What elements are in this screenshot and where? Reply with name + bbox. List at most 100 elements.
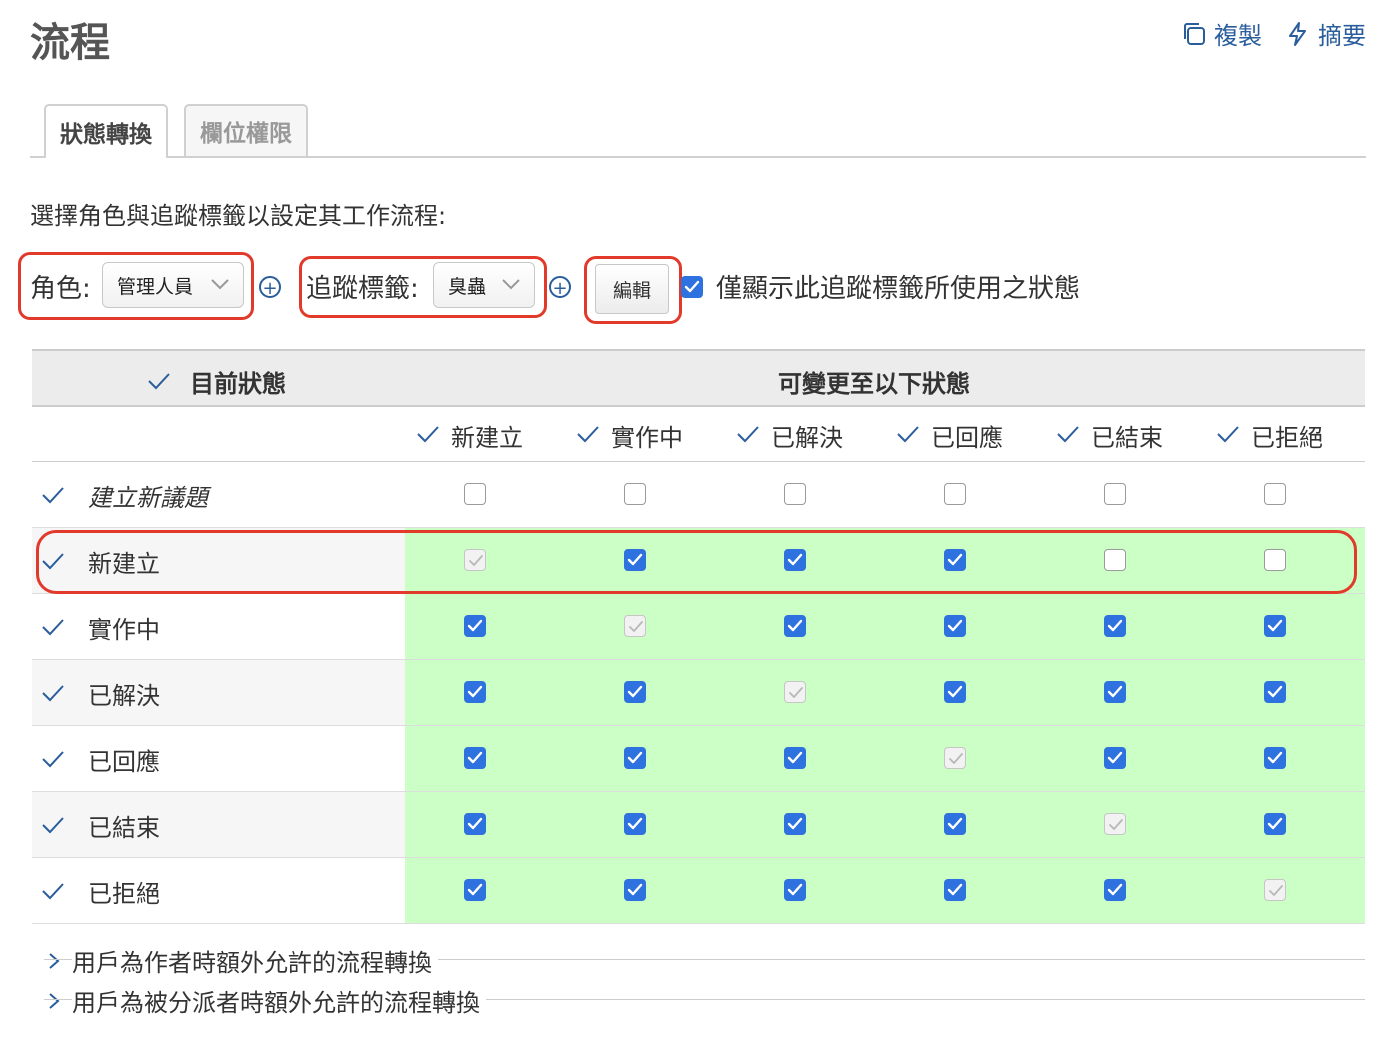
check-all-icon[interactable] — [895, 421, 921, 447]
chevron-right-icon — [49, 952, 60, 969]
transition-checkbox[interactable] — [1104, 879, 1126, 901]
transition-checkbox[interactable] — [464, 615, 486, 637]
plus-circle-icon: + — [262, 278, 278, 299]
check-icon — [787, 751, 803, 764]
transition-checkbox[interactable] — [464, 813, 486, 835]
summary-label: 摘要 — [1318, 22, 1366, 50]
collapsible-fieldset[interactable]: 用戶為被分派者時額外允許的流程轉換 — [44, 983, 1365, 1018]
transition-checkbox[interactable] — [1104, 681, 1126, 703]
transition-checkbox[interactable] — [1104, 615, 1126, 637]
filter-bar: 角色: 管理人員 + 追蹤標籤: 臭蟲 + 編輯 僅顯示此追蹤標籤所使用之狀態 — [18, 252, 1218, 324]
tab-field-permissions[interactable]: 欄位權限 — [184, 104, 308, 156]
transition-checkbox[interactable] — [784, 747, 806, 769]
fieldset-legend: 用戶為作者時額外允許的流程轉換 — [72, 943, 438, 978]
check-icon — [1107, 685, 1123, 698]
role-select[interactable]: 管理人員 — [102, 262, 244, 308]
check-icon — [947, 619, 963, 632]
row-status-name: 已拒絕 — [88, 880, 160, 908]
tracker-label: 追蹤標籤: — [306, 274, 419, 304]
transition-checkbox[interactable] — [784, 813, 806, 835]
check-icon — [947, 685, 963, 698]
check-icon — [1107, 751, 1123, 764]
edit-button-label: 編輯 — [612, 279, 651, 302]
transition-checkbox[interactable] — [944, 879, 966, 901]
check-all-icon[interactable] — [40, 812, 66, 838]
transition-checkbox[interactable] — [624, 483, 646, 505]
check-all-icon[interactable] — [40, 746, 66, 772]
transition-checkbox[interactable] — [944, 615, 966, 637]
copy-label: 複製 — [1214, 22, 1262, 50]
check-all-icon[interactable] — [146, 368, 172, 394]
copy-icon — [1184, 22, 1205, 45]
edit-button[interactable]: 編輯 — [595, 264, 669, 314]
check-icon — [947, 817, 963, 830]
transition-checkbox[interactable] — [624, 879, 646, 901]
check-icon — [1107, 619, 1123, 632]
transition-checkbox[interactable] — [464, 681, 486, 703]
check-all-icon[interactable] — [40, 680, 66, 706]
transition-checkbox[interactable] — [1264, 615, 1286, 637]
transition-checkbox[interactable] — [464, 879, 486, 901]
allowed-transitions-area — [405, 858, 1365, 923]
check-icon — [1267, 817, 1283, 830]
role-label: 角色: — [30, 274, 91, 304]
tabs: 狀態轉換 欄位權限 — [30, 104, 1366, 158]
column-header: 已解決 — [771, 424, 843, 452]
add-role-button[interactable]: + — [259, 276, 281, 299]
check-all-icon[interactable] — [40, 482, 66, 508]
copy-button[interactable]: 複製 — [1180, 16, 1262, 51]
transition-checkbox[interactable] — [944, 483, 966, 505]
collapsible-fieldset[interactable]: 用戶為作者時額外允許的流程轉換 — [44, 943, 1365, 978]
only-used-statuses-checkbox[interactable] — [681, 276, 703, 298]
transition-checkbox[interactable] — [464, 483, 486, 505]
table-row: 已解決 — [32, 660, 1365, 726]
check-icon — [627, 817, 643, 830]
intro-text: 選擇角色與追蹤標籤以設定其工作流程: — [30, 202, 447, 230]
transition-checkbox[interactable] — [1104, 747, 1126, 769]
check-icon — [629, 621, 643, 632]
add-tracker-button[interactable]: + — [549, 276, 571, 299]
check-icon — [467, 817, 483, 830]
transition-checkbox[interactable] — [1264, 813, 1286, 835]
check-all-icon[interactable] — [415, 421, 441, 447]
check-icon — [1107, 883, 1123, 896]
chevron-down-icon — [211, 279, 229, 290]
check-all-icon[interactable] — [735, 421, 761, 447]
lightning-icon — [1289, 21, 1306, 46]
allowed-transitions-area — [405, 660, 1365, 725]
transition-checkbox[interactable] — [784, 879, 806, 901]
check-all-icon[interactable] — [40, 878, 66, 904]
transition-checkbox[interactable] — [784, 483, 806, 505]
allowed-transitions-area — [405, 792, 1365, 857]
row-status-name: 實作中 — [88, 616, 160, 644]
transition-checkbox[interactable] — [1264, 681, 1286, 703]
transition-checkbox[interactable] — [944, 681, 966, 703]
tab-state-transitions[interactable]: 狀態轉換 — [44, 104, 168, 158]
current-status-header: 目前狀態 — [190, 370, 286, 398]
transition-checkbox[interactable] — [1104, 483, 1126, 505]
transition-checkbox[interactable] — [1264, 747, 1286, 769]
check-icon — [1267, 685, 1283, 698]
allowed-transitions-area — [405, 726, 1365, 791]
transition-checkbox — [1264, 879, 1286, 901]
new-status-header: 可變更至以下狀態 — [778, 370, 970, 398]
summary-button[interactable]: 摘要 — [1284, 16, 1366, 51]
only-used-statuses-label: 僅顯示此追蹤標籤所使用之狀態 — [716, 274, 1081, 304]
check-icon — [627, 883, 643, 896]
transition-checkbox — [1104, 813, 1126, 835]
check-all-icon[interactable] — [575, 421, 601, 447]
transition-checkbox[interactable] — [1264, 483, 1286, 505]
transition-checkbox[interactable] — [464, 747, 486, 769]
check-all-icon[interactable] — [40, 614, 66, 640]
check-all-icon[interactable] — [1055, 421, 1081, 447]
transition-checkbox[interactable] — [624, 681, 646, 703]
tracker-select[interactable]: 臭蟲 — [433, 262, 535, 308]
column-header: 新建立 — [451, 424, 523, 452]
transition-checkbox[interactable] — [944, 813, 966, 835]
transition-checkbox[interactable] — [784, 615, 806, 637]
transition-checkbox[interactable] — [624, 747, 646, 769]
column-header: 已結束 — [1091, 424, 1163, 452]
transition-checkbox[interactable] — [624, 813, 646, 835]
check-all-icon[interactable] — [1215, 421, 1241, 447]
check-icon — [787, 817, 803, 830]
